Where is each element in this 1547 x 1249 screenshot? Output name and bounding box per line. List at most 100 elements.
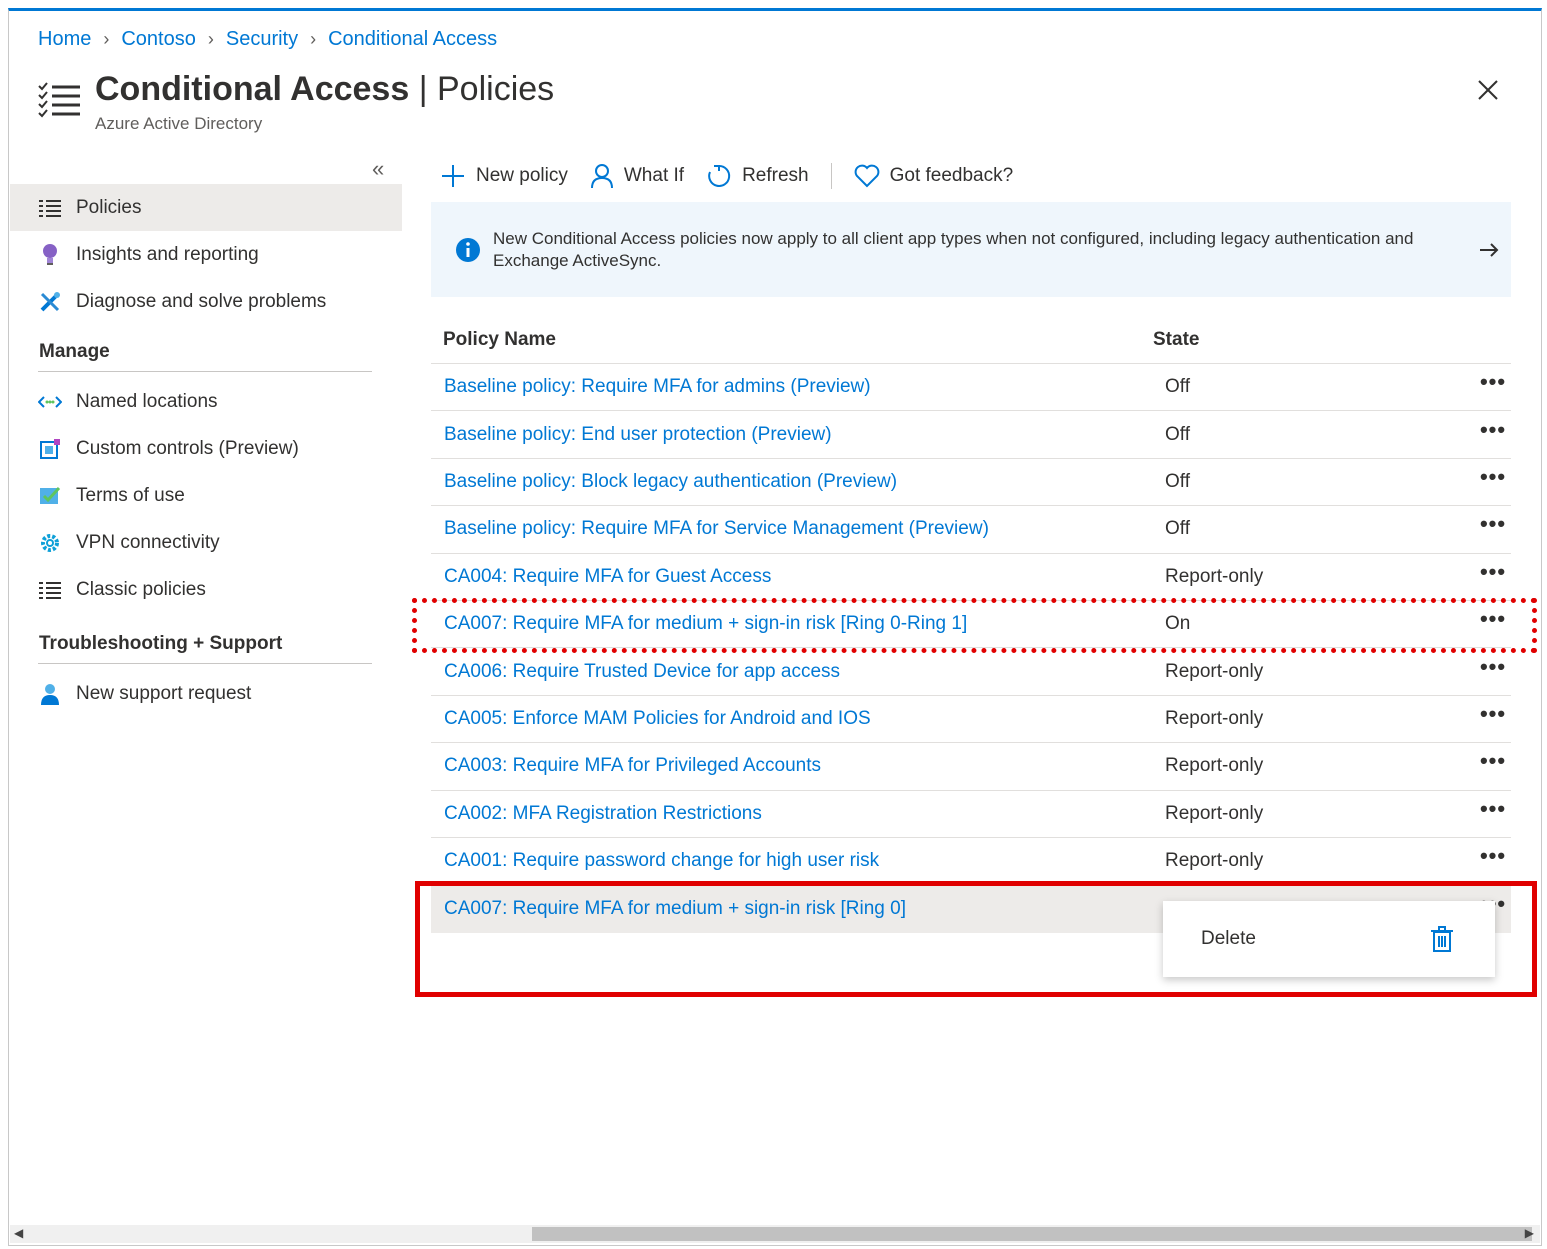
sidebar-item-label: Terms of use xyxy=(76,484,185,506)
sidebar-item-label: Custom controls (Preview) xyxy=(76,437,299,459)
column-header-state[interactable]: State xyxy=(1153,329,1433,351)
chevron-right-icon: › xyxy=(207,29,214,49)
breadcrumb-security[interactable]: Security xyxy=(226,28,298,51)
more-options-icon[interactable]: ••• xyxy=(1475,465,1511,492)
page-title-main: Conditional Access xyxy=(95,70,410,108)
breadcrumb-contoso[interactable]: Contoso xyxy=(121,28,196,51)
feedback-label: Got feedback? xyxy=(889,165,1014,186)
lightbulb-icon xyxy=(38,243,62,267)
page-title: Conditional Access | Policies xyxy=(95,70,554,109)
sidebar-item-terms-of-use[interactable]: Terms of use xyxy=(10,472,402,519)
table-row[interactable]: CA001: Require password change for high … xyxy=(431,838,1511,886)
page-title-separator: | xyxy=(409,70,437,108)
policy-name-link[interactable]: Baseline policy: Require MFA for admins … xyxy=(431,376,1165,398)
policy-name-link[interactable]: CA004: Require MFA for Guest Access xyxy=(431,566,1165,588)
policy-name-link[interactable]: CA005: Enforce MAM Policies for Android … xyxy=(431,708,1165,730)
page-title-sub: Policies xyxy=(437,70,555,108)
command-bar: New policy What If Refresh Got feedback? xyxy=(440,158,1035,194)
collapse-sidebar-button[interactable]: « xyxy=(372,156,384,182)
list-icon xyxy=(38,196,62,220)
manage-section-title: Manage xyxy=(39,341,110,362)
chevron-right-icon: › xyxy=(310,29,317,49)
policy-state: Off xyxy=(1165,376,1190,398)
table-row[interactable]: CA003: Require MFA for Privileged Accoun… xyxy=(431,743,1511,791)
custom-controls-icon xyxy=(38,437,62,461)
more-options-icon[interactable]: ••• xyxy=(1475,750,1511,776)
policy-name-link[interactable]: CA003: Require MFA for Privileged Accoun… xyxy=(431,755,1165,777)
policy-state: Report-only xyxy=(1165,660,1264,682)
policy-state: Report-only xyxy=(1165,707,1264,729)
sidebar-item-insights[interactable]: Insights and reporting xyxy=(10,231,402,278)
more-options-icon[interactable]: ••• xyxy=(1475,797,1511,824)
scroll-right-icon[interactable]: ▶ xyxy=(1525,1226,1534,1240)
support-section-title: Troubleshooting + Support xyxy=(39,633,283,654)
more-options-icon[interactable]: ••• xyxy=(1475,845,1511,871)
banner-message: New Conditional Access policies now appl… xyxy=(493,228,1414,270)
sidebar-item-vpn[interactable]: VPN connectivity xyxy=(10,519,402,566)
sidebar-item-policies[interactable]: Policies xyxy=(10,184,402,231)
sidebar-item-label: VPN connectivity xyxy=(76,531,220,553)
sidebar-item-label: Insights and reporting xyxy=(76,243,259,265)
what-if-button[interactable]: What If xyxy=(590,163,684,189)
column-header-policy-name[interactable]: Policy Name xyxy=(431,329,1153,351)
sidebar-item-named-locations[interactable]: Named locations xyxy=(10,378,402,425)
policy-state: Report-only xyxy=(1165,755,1264,777)
table-row[interactable]: Baseline policy: End user protection (Pr… xyxy=(431,411,1511,459)
table-row[interactable]: Baseline policy: Block legacy authentica… xyxy=(431,459,1511,507)
sidebar-item-custom-controls[interactable]: Custom controls (Preview) xyxy=(10,425,402,472)
arrow-right-icon[interactable] xyxy=(1478,239,1500,261)
highlight-solid-box xyxy=(415,881,1537,997)
policy-name-link[interactable]: CA006: Require Trusted Device for app ac… xyxy=(431,661,1165,683)
person-icon xyxy=(38,682,62,706)
sidebar-item-label: Classic policies xyxy=(76,578,206,600)
table-row[interactable]: CA006: Require Trusted Device for app ac… xyxy=(431,648,1511,696)
breadcrumb-conditional-access[interactable]: Conditional Access xyxy=(328,28,497,51)
feedback-button[interactable]: Got feedback? xyxy=(854,164,1014,188)
policy-state: Report-only xyxy=(1165,565,1264,587)
policy-state: Report-only xyxy=(1165,802,1264,824)
sidebar-item-label: Named locations xyxy=(76,390,218,412)
policy-name-link[interactable]: Baseline policy: Require MFA for Service… xyxy=(431,518,1165,540)
new-policy-button[interactable]: New policy xyxy=(440,163,568,189)
more-options-icon[interactable]: ••• xyxy=(1475,513,1511,539)
what-if-label: What If xyxy=(623,165,685,186)
heart-icon xyxy=(854,164,879,188)
more-options-icon[interactable]: ••• xyxy=(1475,655,1511,682)
breadcrumb-home[interactable]: Home xyxy=(38,28,91,51)
policy-name-link[interactable]: Baseline policy: Block legacy authentica… xyxy=(431,471,1165,493)
sidebar-item-classic-policies[interactable]: Classic policies xyxy=(10,566,402,613)
policy-name-link[interactable]: Baseline policy: End user protection (Pr… xyxy=(431,424,1165,446)
more-options-icon[interactable]: ••• xyxy=(1475,702,1511,729)
toolbar-divider xyxy=(830,163,832,189)
more-options-icon[interactable]: ••• xyxy=(1475,560,1511,587)
table-row[interactable]: Baseline policy: Require MFA for Service… xyxy=(431,506,1511,554)
refresh-label: Refresh xyxy=(742,165,809,186)
scrollbar-thumb[interactable] xyxy=(532,1227,1532,1241)
policies-list-icon xyxy=(38,82,80,118)
table-row[interactable]: CA005: Enforce MAM Policies for Android … xyxy=(431,696,1511,744)
refresh-button[interactable]: Refresh xyxy=(706,163,809,189)
more-options-icon[interactable]: ••• xyxy=(1475,418,1511,445)
table-row[interactable]: Baseline policy: Require MFA for admins … xyxy=(431,364,1511,412)
scroll-left-icon[interactable]: ◀ xyxy=(14,1226,23,1240)
policy-state: Off xyxy=(1165,423,1190,445)
policy-name-link[interactable]: CA002: MFA Registration Restrictions xyxy=(431,803,1165,825)
sidebar-item-label: Policies xyxy=(76,196,142,218)
highlight-dotted-box xyxy=(412,598,1537,653)
table-row[interactable]: CA004: Require MFA for Guest Access Repor… xyxy=(431,554,1511,601)
horizontal-scrollbar[interactable]: ◀ ▶ xyxy=(10,1225,1540,1243)
sidebar-item-label: New support request xyxy=(76,682,252,704)
policy-state: Off xyxy=(1165,470,1190,492)
sidebar-item-new-support-request[interactable]: New support request xyxy=(10,670,402,717)
gear-icon xyxy=(38,531,62,555)
divider xyxy=(38,371,372,372)
refresh-icon xyxy=(708,164,731,187)
more-options-icon[interactable]: ••• xyxy=(1475,371,1511,397)
breadcrumb: Home › Contoso › Security › Conditional … xyxy=(38,28,497,51)
policy-name-link[interactable]: CA001: Require password change for high … xyxy=(431,850,1165,872)
sidebar-item-diagnose[interactable]: Diagnose and solve problems xyxy=(10,278,402,325)
info-banner: New Conditional Access policies now appl… xyxy=(431,202,1511,297)
table-row[interactable]: CA002: MFA Registration Restrictions Repo… xyxy=(431,791,1511,838)
divider xyxy=(38,663,372,664)
close-icon[interactable] xyxy=(1474,76,1502,104)
